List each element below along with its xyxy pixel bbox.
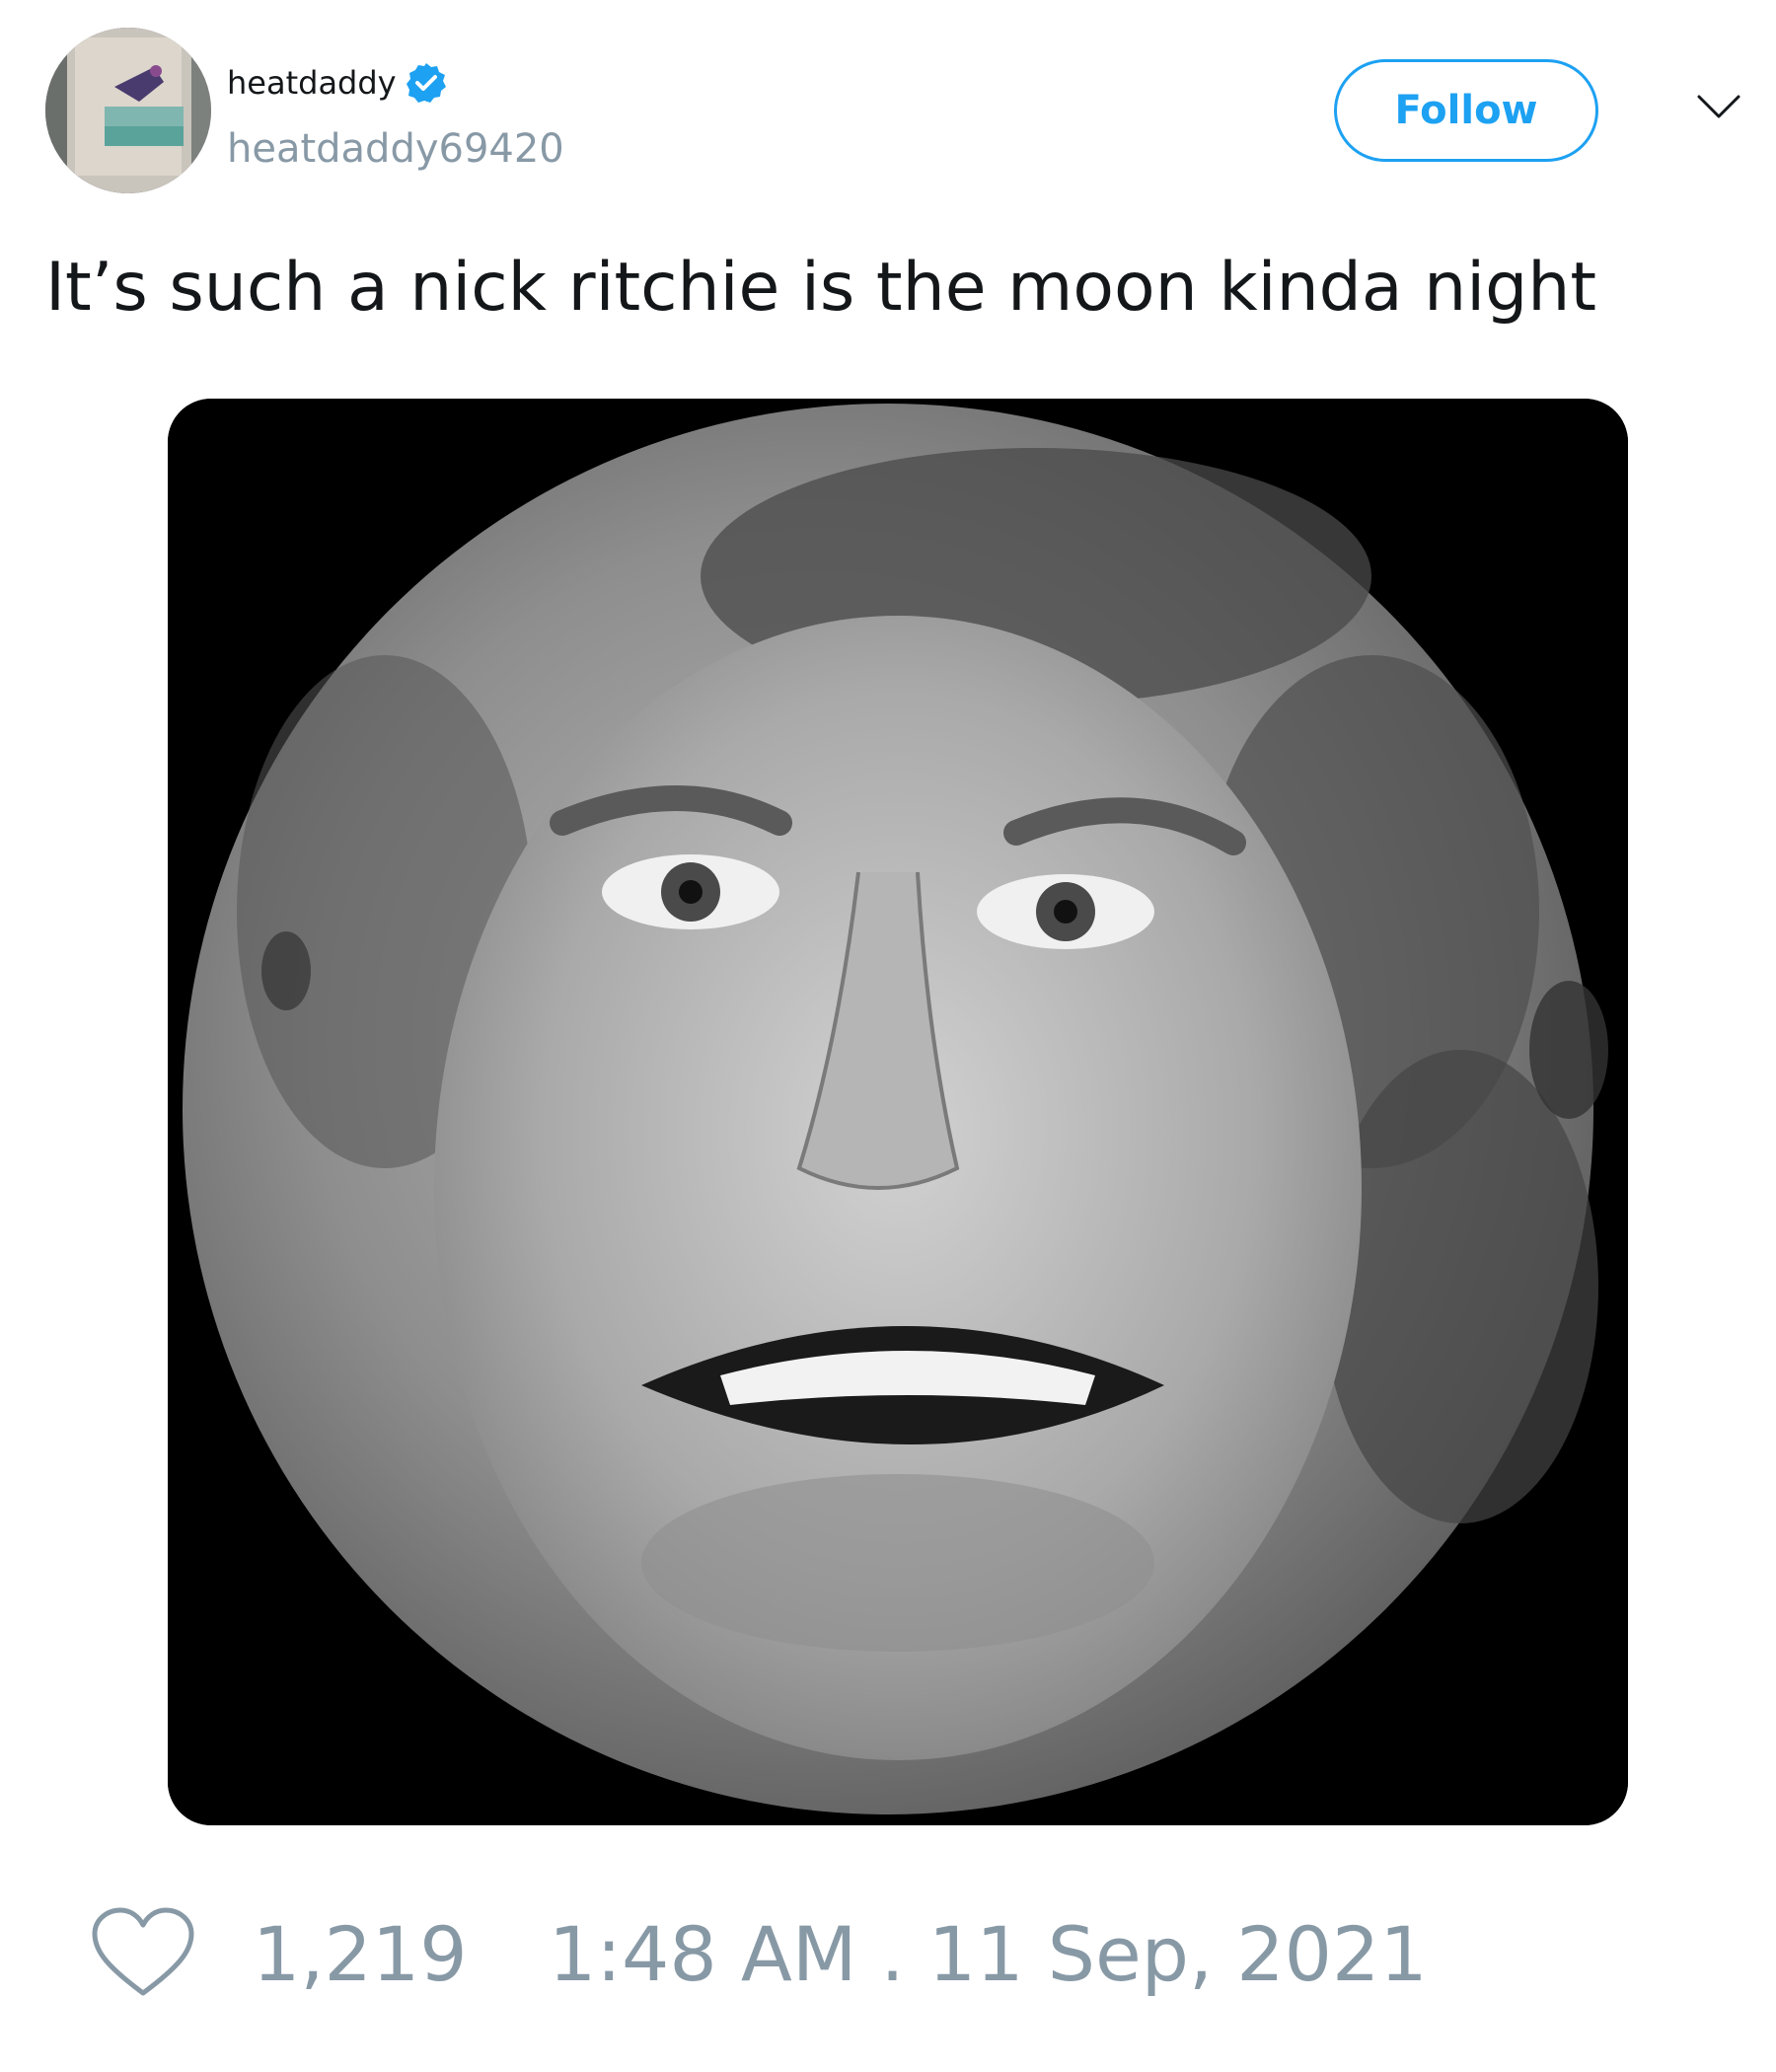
tweet-text: It’s such a nick ritchie is the moon kin…	[45, 249, 1597, 327]
moon-face-image	[168, 399, 1628, 1825]
avatar[interactable]	[45, 28, 211, 193]
avatar-image	[45, 28, 211, 193]
timestamp[interactable]: 1:48 AM . 11 Sep, 2021	[549, 1910, 1428, 1998]
display-name[interactable]: heatdaddy	[227, 64, 397, 102]
user-handle[interactable]: heatdaddy69420	[227, 126, 564, 172]
display-name-row[interactable]: heatdaddy	[227, 61, 448, 105]
follow-button[interactable]: Follow	[1334, 59, 1598, 162]
like-count: 1,219	[253, 1910, 468, 1998]
tweet-media[interactable]	[168, 399, 1628, 1825]
heart-icon[interactable]	[89, 1906, 197, 2001]
chevron-down-icon[interactable]	[1695, 93, 1742, 122]
verified-badge-icon	[406, 63, 446, 103]
